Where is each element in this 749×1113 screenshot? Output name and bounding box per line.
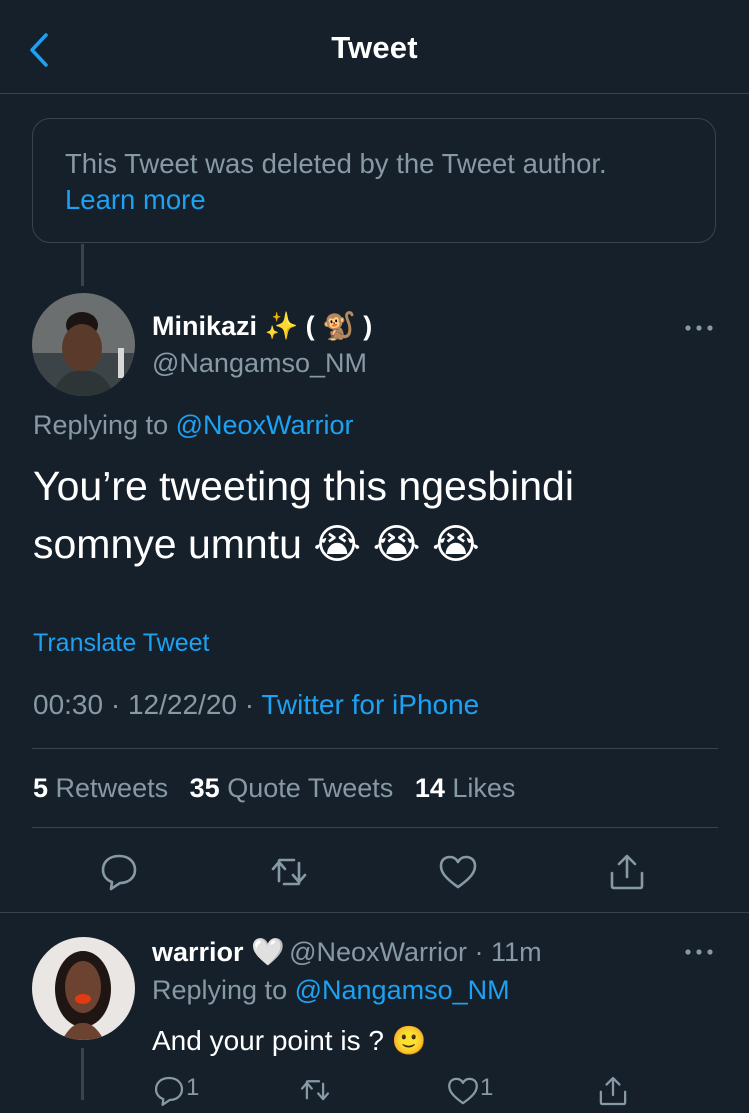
replying-to-handle[interactable]: @NeoxWarrior bbox=[176, 410, 354, 440]
reply-replying-to: Replying to @Nangamso_NM bbox=[152, 975, 510, 1006]
reply-count: 1 bbox=[186, 1074, 200, 1101]
tweet-meta: 00:30 · 12/22/20 · Twitter for iPhone bbox=[33, 689, 480, 720]
heart-icon bbox=[439, 855, 477, 889]
tweet-source-link[interactable]: Twitter for iPhone bbox=[261, 689, 479, 720]
reply-more-options-button[interactable] bbox=[680, 942, 720, 962]
avatar[interactable] bbox=[32, 293, 135, 396]
tweet-date: 12/22/20 bbox=[127, 689, 237, 720]
divider bbox=[0, 912, 749, 913]
page-title: Tweet bbox=[331, 30, 418, 65]
replying-to-prefix: Replying to bbox=[152, 975, 288, 1005]
reply-time: 11m bbox=[491, 937, 542, 967]
reply-icon bbox=[101, 854, 137, 891]
like-button[interactable] bbox=[437, 851, 479, 893]
thread-line bbox=[81, 1048, 84, 1100]
divider bbox=[32, 827, 718, 828]
tweet-text-line: You’re tweeting this ngesbindi bbox=[33, 463, 574, 509]
learn-more-link[interactable]: Learn more bbox=[65, 182, 683, 218]
avatar-photo bbox=[32, 293, 135, 396]
reply-text: And your point is ? 🙂 bbox=[152, 1025, 427, 1056]
share-button[interactable] bbox=[606, 851, 648, 893]
reply-author-handle[interactable]: @NeoxWarrior bbox=[289, 937, 467, 967]
reply-icon bbox=[154, 1076, 184, 1106]
reply-button[interactable] bbox=[98, 851, 140, 893]
reply-retweet-button[interactable] bbox=[298, 1074, 332, 1113]
share-icon bbox=[610, 854, 644, 890]
retweet-button[interactable] bbox=[268, 851, 310, 893]
header-divider bbox=[0, 93, 749, 94]
author-handle[interactable]: @Nangamso_NM bbox=[152, 348, 367, 379]
tweet-text: You’re tweeting this ngesbindi somnye um… bbox=[33, 457, 574, 573]
reply-avatar-photo bbox=[32, 937, 135, 1040]
more-dots-icon bbox=[685, 325, 713, 331]
retweet-icon bbox=[300, 1080, 330, 1101]
author-name[interactable]: Minikazi ✨ ( 🐒 ) bbox=[152, 310, 372, 342]
reply-avatar[interactable] bbox=[32, 937, 135, 1040]
replying-to: Replying to @NeoxWarrior bbox=[33, 410, 354, 441]
thread-line bbox=[81, 244, 84, 286]
reply-share-button[interactable] bbox=[596, 1074, 630, 1113]
replying-to-prefix: Replying to bbox=[33, 410, 169, 440]
quote-tweets-stat[interactable]: 35 Quote Tweets bbox=[190, 773, 394, 803]
tweet-time: 00:30 bbox=[33, 689, 104, 720]
replying-to-handle[interactable]: @Nangamso_NM bbox=[295, 975, 510, 1005]
reply-like-button[interactable]: 1 bbox=[446, 1074, 493, 1108]
share-icon bbox=[599, 1076, 627, 1106]
like-count: 1 bbox=[480, 1074, 494, 1101]
more-dots-icon bbox=[685, 949, 713, 955]
tweet-text-line: somnye umntu 😭 😭 😭 bbox=[33, 521, 480, 567]
likes-stat[interactable]: 14 Likes bbox=[415, 773, 516, 803]
translate-tweet-link[interactable]: Translate Tweet bbox=[33, 629, 209, 658]
reply-reply-button[interactable]: 1 bbox=[152, 1074, 199, 1108]
divider bbox=[32, 748, 718, 749]
heart-icon bbox=[448, 1077, 478, 1105]
retweets-stat[interactable]: 5 Retweets bbox=[33, 773, 168, 803]
retweet-icon bbox=[271, 858, 307, 886]
deleted-tweet-notice: This Tweet was deleted by the Tweet auth… bbox=[32, 118, 716, 243]
tweet-stats: 5 Retweets 35 Quote Tweets 14 Likes bbox=[33, 773, 529, 804]
deleted-notice-text: This Tweet was deleted by the Tweet auth… bbox=[65, 148, 607, 179]
reply-author-name[interactable]: warrior 🤍 bbox=[152, 937, 285, 967]
more-options-button[interactable] bbox=[680, 318, 720, 338]
reply-header: warrior 🤍 @NeoxWarrior · 11m bbox=[152, 937, 542, 967]
